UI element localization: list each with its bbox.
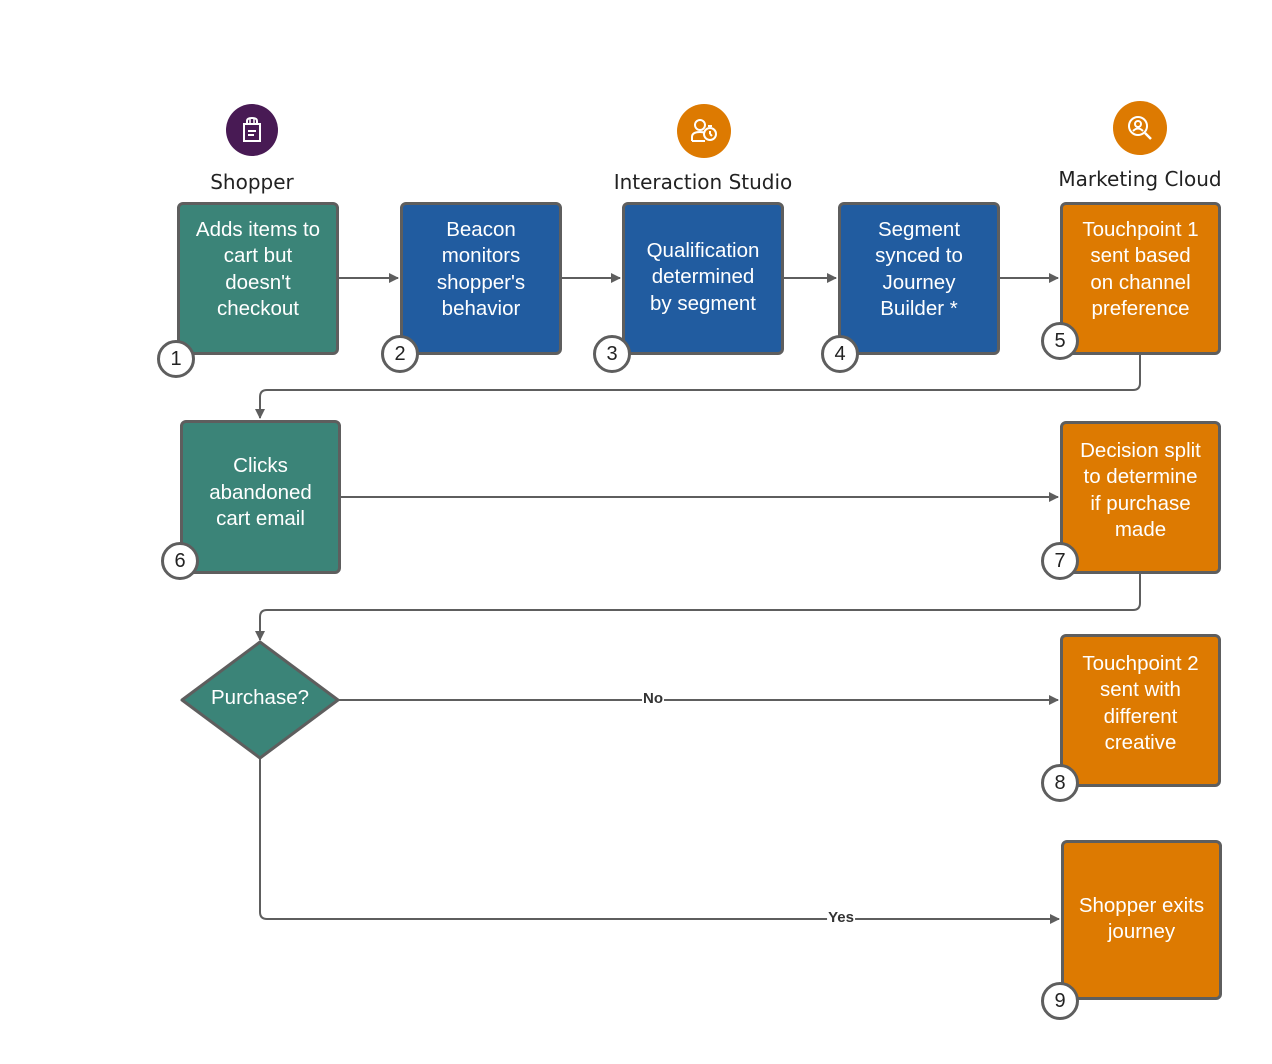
step-7-node[interactable]: Decision split to determine if purchase … [1060,421,1221,574]
edge-decision-9 [259,758,1060,924]
step-8-node[interactable]: Touchpoint 2 sent with different creativ… [1060,634,1221,787]
edge-label-no: No [642,690,664,707]
lane-label-interaction-studio: Interaction Studio [613,170,793,194]
step-4-badge: 4 [821,335,859,373]
step-8-badge: 8 [1041,764,1079,802]
step-7-text: Decision split to determine if purchase … [1080,438,1201,542]
step-1-badge: 1 [157,340,195,378]
step-5-badge: 5 [1041,322,1079,360]
step-3-badge: 3 [593,335,631,373]
edge-7-decision [255,573,1141,641]
step-6-text: Clicks abandoned cart email [209,454,312,531]
step-6-badge: 6 [161,542,199,580]
step-5-node[interactable]: Touchpoint 1 sent based on channel prefe… [1060,202,1221,355]
lane-label-marketing-cloud: Marketing Cloud [1058,167,1222,191]
step-9-badge: 9 [1041,982,1079,1020]
step-2-badge: 2 [381,335,419,373]
step-7-badge: 7 [1041,542,1079,580]
user-stopwatch-icon [677,104,731,158]
step-2-node[interactable]: Beacon monitors shopper's behavior [400,202,562,355]
step-1-node[interactable]: Adds items to cart but doesn't checkout [177,202,339,355]
step-2-text: Beacon monitors shopper's behavior [436,217,526,321]
step-3-node[interactable]: Qualification determined by segment [622,202,784,355]
step-1-text: Adds items to cart but doesn't checkout [195,217,321,321]
edge-label-yes: Yes [827,909,855,926]
step-5-text: Touchpoint 1 sent based on channel prefe… [1082,217,1199,321]
lane-label-shopper: Shopper [210,170,294,194]
step-9-text: Shopper exits journey [1078,893,1205,944]
user-search-icon [1113,101,1167,155]
step-4-text: Segment synced to Journey Builder * [875,217,963,321]
decision-text: Purchase? [210,686,310,709]
step-6-node[interactable]: Clicks abandoned cart email [180,420,341,574]
step-8-text: Touchpoint 2 sent with different creativ… [1082,651,1199,755]
shopping-bag-icon [226,104,278,156]
step-4-node[interactable]: Segment synced to Journey Builder * [838,202,1000,355]
step-9-node[interactable]: Shopper exits journey [1061,840,1222,1000]
step-3-text: Qualification determined by segment [646,238,760,315]
